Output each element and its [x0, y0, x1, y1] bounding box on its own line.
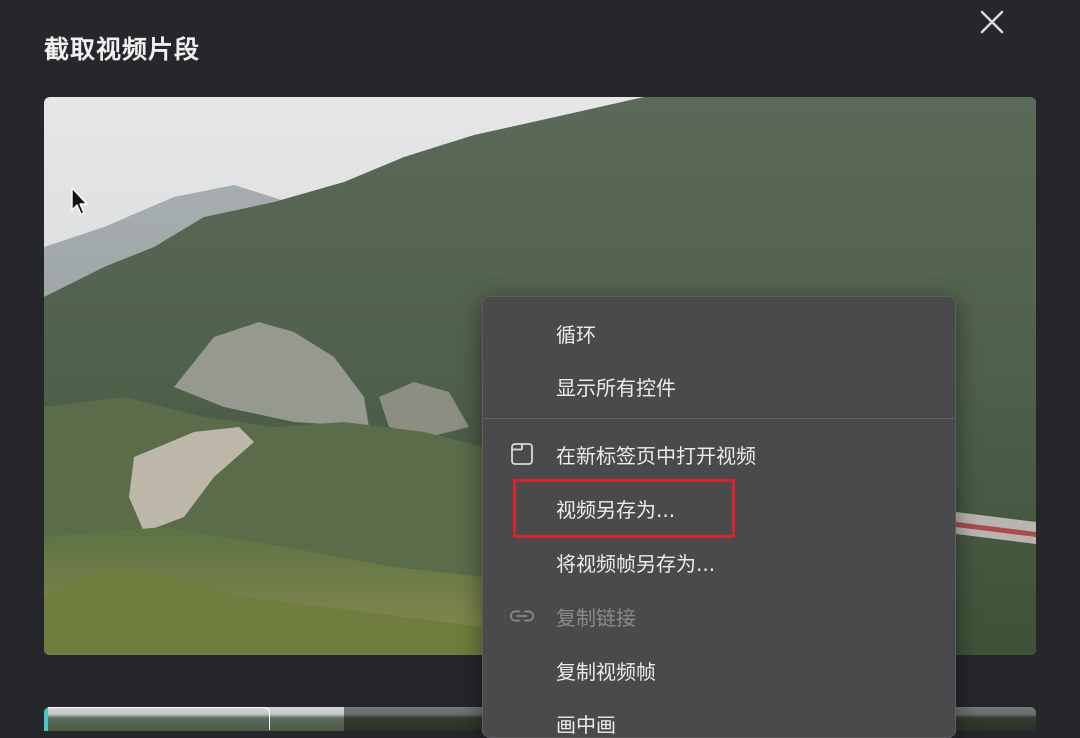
menu-item-picture-in-picture[interactable]: 画中画 [483, 696, 955, 737]
menu-item-copy-video-frame[interactable]: 复制视频帧 [483, 643, 955, 697]
new-tab-icon [509, 441, 535, 467]
menu-item-save-frame-as[interactable]: 将视频帧另存为... [483, 535, 955, 589]
dialog-title: 截取视频片段 [44, 35, 201, 64]
video-context-menu: 循环 显示所有控件 在新标签页中打开视频 视频另存为... 将视频帧另存为...… [482, 296, 956, 738]
timeline-thumbnail [944, 707, 1036, 731]
selection-start-handle[interactable] [44, 707, 48, 731]
close-button[interactable] [972, 4, 1012, 40]
menu-item-copy-link: 复制链接 [483, 589, 955, 643]
menu-item-label: 显示所有控件 [556, 375, 676, 400]
menu-item-label: 画中画 [556, 712, 616, 737]
timeline-thumbnail [344, 707, 444, 731]
menu-item-loop[interactable]: 循环 [483, 306, 955, 360]
menu-item-label: 复制链接 [556, 605, 636, 630]
menu-divider [483, 418, 955, 419]
menu-item-label: 循环 [556, 322, 596, 347]
menu-item-label: 在新标签页中打开视频 [556, 443, 756, 468]
menu-item-show-all-controls[interactable]: 显示所有控件 [483, 359, 955, 413]
menu-item-save-video-as[interactable]: 视频另存为... [483, 481, 955, 535]
mouse-pointer-icon [70, 186, 90, 216]
link-icon [509, 603, 535, 629]
clip-selection-range[interactable] [44, 707, 270, 730]
menu-item-open-video-new-tab[interactable]: 在新标签页中打开视频 [483, 427, 955, 481]
menu-item-label: 将视频帧另存为... [556, 551, 716, 576]
close-icon [980, 10, 1004, 34]
menu-item-label: 视频另存为... [556, 497, 676, 522]
menu-item-label: 复制视频帧 [556, 659, 656, 684]
